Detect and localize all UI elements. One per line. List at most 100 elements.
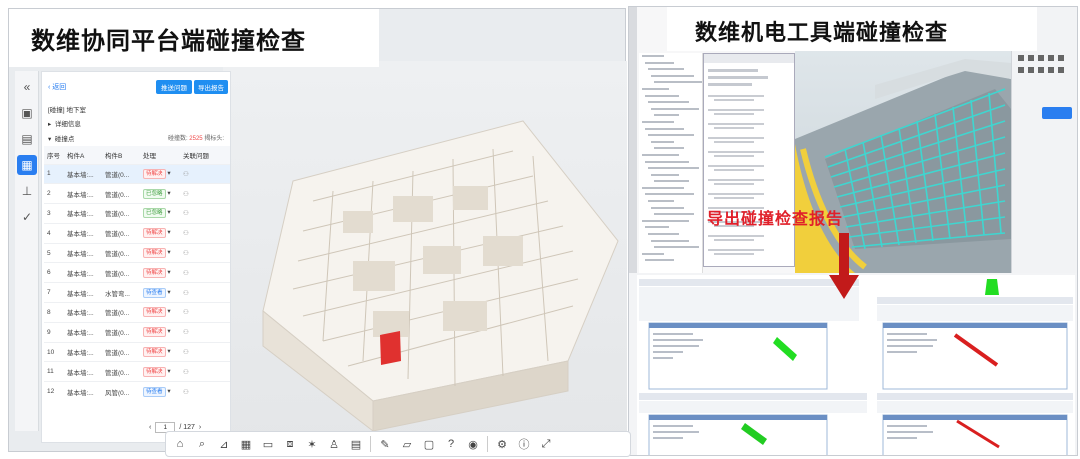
clash-row[interactable]: 5 基本墙:... 管道(0... 待解决 ▾ ⚇ bbox=[44, 242, 230, 263]
row-issue-cell[interactable]: ⚇ bbox=[180, 163, 230, 184]
tree-node[interactable] bbox=[639, 126, 702, 133]
clash-row[interactable]: 1 基本墙:... 管道(0... 待解决 ▾ ⚇ bbox=[44, 163, 230, 184]
row-status-cell[interactable]: 待解决 ▾ bbox=[140, 302, 180, 323]
row-issue-cell[interactable]: ⚇ bbox=[180, 321, 230, 343]
tree-node[interactable] bbox=[639, 132, 702, 139]
link-issue-icon[interactable]: ⚇ bbox=[183, 290, 189, 297]
tree-node[interactable] bbox=[639, 79, 702, 86]
tree-node[interactable] bbox=[639, 185, 702, 192]
tree-node[interactable] bbox=[639, 257, 702, 264]
status-badge[interactable]: 待解决 bbox=[143, 267, 166, 278]
collapse-icon[interactable]: « bbox=[17, 77, 37, 97]
tree-node[interactable] bbox=[639, 198, 702, 205]
clash-check-icon[interactable]: ▦ bbox=[17, 155, 37, 175]
tree-node[interactable] bbox=[639, 218, 702, 225]
chevron-down-icon[interactable]: ▾ bbox=[167, 170, 170, 177]
col-element-b[interactable]: 构件B bbox=[102, 146, 140, 164]
settings-icon[interactable]: ⚙ bbox=[494, 436, 510, 452]
help-icon[interactable]: ? bbox=[443, 436, 459, 452]
section-box-icon[interactable]: ⧈ bbox=[282, 436, 298, 452]
walk-icon[interactable]: ♙ bbox=[326, 436, 342, 452]
cube-icon[interactable]: ▣ bbox=[17, 103, 37, 123]
zoom-icon[interactable]: ⌕ bbox=[194, 436, 210, 452]
axis-icon[interactable]: ⊿ bbox=[216, 436, 232, 452]
col-status[interactable]: 处理 bbox=[140, 146, 180, 164]
row-status-cell[interactable]: 已忽略 ▾ bbox=[140, 203, 180, 224]
eye-icon[interactable]: ◉ bbox=[465, 436, 481, 452]
clash-row[interactable]: 6 基本墙:... 管道(0... 待解决 ▾ ⚇ bbox=[44, 262, 230, 283]
chevron-down-icon[interactable]: ▾ bbox=[167, 249, 170, 256]
export-report-button[interactable]: 导出报告 bbox=[194, 80, 228, 94]
row-status-cell[interactable]: 待解决 ▾ bbox=[140, 262, 180, 283]
link-issue-icon[interactable]: ⚇ bbox=[183, 349, 189, 356]
tree-node[interactable] bbox=[639, 112, 702, 119]
tree-node[interactable] bbox=[639, 238, 702, 245]
tree-node[interactable] bbox=[639, 178, 702, 185]
comment-icon[interactable]: ▢ bbox=[421, 436, 437, 452]
status-badge[interactable]: 待解决 bbox=[143, 168, 166, 179]
chevron-down-icon[interactable]: ▾ bbox=[167, 229, 170, 236]
tree-node[interactable] bbox=[639, 231, 702, 238]
tree-node[interactable] bbox=[639, 244, 702, 251]
status-badge[interactable]: 待解决 bbox=[143, 228, 166, 239]
clash-row[interactable]: 12 基本墙:... 风管(0... 待查看 ▾ ⚇ bbox=[44, 381, 230, 402]
clash-row[interactable]: 4 基本墙:... 管道(0... 待解决 ▾ ⚇ bbox=[44, 222, 230, 244]
tree-node[interactable] bbox=[639, 53, 702, 60]
tree-node[interactable] bbox=[639, 93, 702, 100]
link-issue-icon[interactable]: ⚇ bbox=[183, 210, 189, 217]
row-issue-cell[interactable]: ⚇ bbox=[180, 302, 230, 323]
row-status-cell[interactable]: 待解决 ▾ bbox=[140, 341, 180, 362]
col-related-issue[interactable]: 关联问题 bbox=[180, 146, 230, 164]
tree-node[interactable] bbox=[639, 73, 702, 80]
status-badge[interactable]: 待查看 bbox=[143, 287, 166, 298]
row-status-cell[interactable]: 待解决 ▾ bbox=[140, 361, 180, 382]
link-issue-icon[interactable]: ⚇ bbox=[183, 369, 189, 376]
link-issue-icon[interactable]: ⚇ bbox=[183, 270, 189, 277]
back-link[interactable]: ‹ 返回 bbox=[48, 82, 66, 92]
mep-3d-viewport[interactable] bbox=[795, 49, 1011, 273]
chevron-down-icon[interactable]: ▾ bbox=[167, 269, 170, 276]
tree-node[interactable] bbox=[639, 205, 702, 212]
document-icon[interactable]: ▤ bbox=[17, 129, 37, 149]
row-status-cell[interactable]: 待解决 ▾ bbox=[140, 222, 180, 244]
row-issue-cell[interactable]: ⚇ bbox=[180, 222, 230, 244]
link-issue-icon[interactable]: ⚇ bbox=[183, 250, 189, 257]
tree-node[interactable] bbox=[639, 152, 702, 159]
chevron-down-icon[interactable]: ▾ bbox=[167, 308, 170, 315]
folder-icon[interactable]: ▱ bbox=[399, 436, 415, 452]
next-page-icon[interactable]: › bbox=[199, 424, 201, 431]
row-issue-cell[interactable]: ⚇ bbox=[180, 341, 230, 362]
clash-row[interactable]: 11 基本墙:... 管道(0... 待解决 ▾ ⚇ bbox=[44, 361, 230, 382]
status-badge[interactable]: 待解决 bbox=[143, 366, 166, 377]
details-toggle[interactable]: ▸ 详细信息 bbox=[48, 118, 81, 128]
tree-node[interactable] bbox=[639, 165, 702, 172]
explode-icon[interactable]: ✶ bbox=[304, 436, 320, 452]
fullscreen-icon[interactable]: ⤢ bbox=[538, 436, 554, 452]
row-status-cell[interactable]: 待查看 ▾ bbox=[140, 381, 180, 402]
tree-node[interactable] bbox=[639, 211, 702, 218]
row-issue-cell[interactable]: ⚇ bbox=[180, 183, 230, 204]
model-viewport[interactable] bbox=[223, 61, 627, 453]
link-issue-icon[interactable]: ⚇ bbox=[183, 329, 189, 336]
row-status-cell[interactable]: 待解决 ▾ bbox=[140, 321, 180, 343]
chevron-down-icon[interactable]: ▾ bbox=[167, 209, 170, 216]
status-badge[interactable]: 待查看 bbox=[143, 386, 166, 397]
row-status-cell[interactable]: 待查看 ▾ bbox=[140, 282, 180, 303]
row-issue-cell[interactable]: ⚇ bbox=[180, 262, 230, 283]
status-badge[interactable]: 待解决 bbox=[143, 307, 166, 318]
link-issue-icon[interactable]: ⚇ bbox=[183, 230, 189, 237]
link-issue-icon[interactable]: ⚇ bbox=[183, 389, 189, 396]
clash-row[interactable]: 7 基本墙:... 水管弯... 待查看 ▾ ⚇ bbox=[44, 282, 230, 303]
chevron-down-icon[interactable]: ▾ bbox=[167, 328, 170, 335]
status-badge[interactable]: 待解决 bbox=[143, 347, 166, 358]
link-issue-icon[interactable]: ⚇ bbox=[183, 309, 189, 316]
tree-node[interactable] bbox=[639, 106, 702, 113]
link-issue-icon[interactable]: ⚇ bbox=[183, 171, 189, 178]
calendar-icon[interactable]: ▤ bbox=[348, 436, 364, 452]
info-icon[interactable]: ⓘ bbox=[516, 436, 532, 452]
row-issue-cell[interactable]: ⚇ bbox=[180, 282, 230, 303]
section-icon[interactable]: ▭ bbox=[260, 436, 276, 452]
chevron-down-icon[interactable]: ▾ bbox=[167, 190, 170, 197]
link-issue-icon[interactable]: ⚇ bbox=[183, 191, 189, 198]
row-issue-cell[interactable]: ⚇ bbox=[180, 242, 230, 263]
